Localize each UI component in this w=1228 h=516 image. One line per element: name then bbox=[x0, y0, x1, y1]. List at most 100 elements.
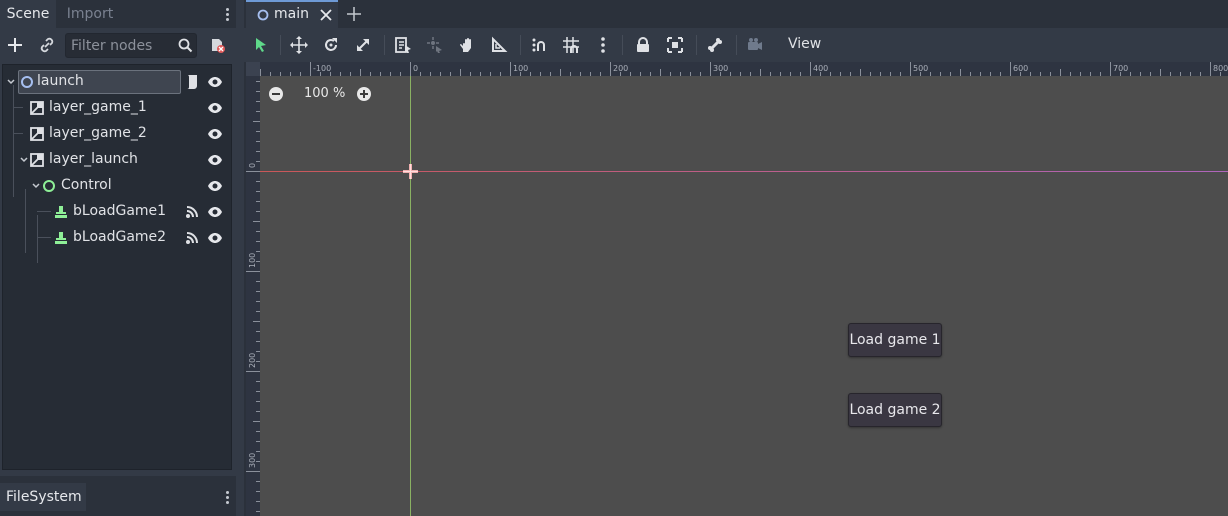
search-icon bbox=[178, 38, 193, 53]
tab-scene[interactable]: Scene bbox=[0, 0, 56, 28]
pivot-mode-icon[interactable] bbox=[426, 36, 444, 54]
remote-scene-icon[interactable] bbox=[208, 36, 226, 54]
tree-item-control[interactable]: Control bbox=[3, 173, 231, 199]
node2d-circle-icon bbox=[256, 8, 270, 22]
ruler-label: 300 bbox=[248, 453, 257, 468]
ruler-label: 100 bbox=[513, 64, 528, 73]
ruler-label: 100 bbox=[248, 253, 257, 268]
collapse-arrow-icon[interactable] bbox=[6, 77, 16, 87]
ruler-label: 500 bbox=[913, 64, 928, 73]
signals-icon[interactable] bbox=[185, 231, 199, 245]
zoom-controls: 100 % bbox=[268, 84, 388, 106]
rotate-mode-icon[interactable] bbox=[322, 36, 340, 54]
tab-filesystem[interactable]: FileSystem bbox=[0, 483, 86, 511]
horizontal-ruler: -100 0 100 200 300 400 500 600 700 800 bbox=[260, 62, 1228, 76]
more-options-icon[interactable] bbox=[594, 36, 612, 54]
ruler-label: -100 bbox=[313, 64, 331, 73]
left-dock: Scene Import Filter nodes launch layer_g… bbox=[0, 0, 236, 516]
zoom-out-icon[interactable] bbox=[268, 86, 284, 102]
visibility-eye-icon[interactable] bbox=[207, 205, 223, 219]
scene-panel: launch layer_game_1 bbox=[0, 28, 236, 476]
add-node-icon[interactable] bbox=[6, 36, 24, 54]
ruler-label: 200 bbox=[613, 64, 628, 73]
scene-toolbar bbox=[0, 28, 236, 64]
canvas-viewport[interactable]: -100 0 100 200 300 400 500 600 700 800 0 100 200 300… bbox=[246, 62, 1228, 516]
load-game-1-button[interactable]: Load game 1 bbox=[848, 323, 942, 357]
canvas-layer-icon bbox=[29, 126, 45, 142]
origin-crosshair-icon bbox=[403, 164, 418, 179]
instance-scene-icon[interactable] bbox=[38, 36, 56, 54]
move-mode-icon[interactable] bbox=[290, 36, 308, 54]
bone-icon[interactable] bbox=[706, 36, 724, 54]
scene-tree[interactable]: launch layer_game_1 layer_game_2 layer_l… bbox=[2, 64, 232, 470]
tree-item-layer-game-1[interactable]: layer_game_1 bbox=[3, 95, 231, 121]
node2d-circle-icon bbox=[19, 74, 35, 90]
lock-icon[interactable] bbox=[634, 36, 652, 54]
visibility-eye-icon[interactable] bbox=[207, 231, 223, 245]
ruler-corner bbox=[246, 62, 260, 76]
group-icon[interactable] bbox=[666, 36, 684, 54]
tab-import[interactable]: Import bbox=[56, 0, 124, 28]
visibility-eye-icon[interactable] bbox=[207, 179, 223, 193]
add-tab-icon[interactable] bbox=[346, 6, 362, 22]
control-circle-icon bbox=[41, 178, 57, 194]
scene-dock-menu-icon[interactable] bbox=[222, 4, 234, 24]
toolbar-separator bbox=[280, 35, 281, 55]
toolbar-separator bbox=[520, 35, 521, 55]
tab-main[interactable]: main bbox=[246, 0, 338, 28]
camera-override-icon[interactable] bbox=[746, 36, 764, 54]
smart-snap-icon[interactable] bbox=[530, 36, 548, 54]
signals-icon[interactable] bbox=[185, 205, 199, 219]
visibility-eye-icon[interactable] bbox=[207, 153, 223, 167]
tree-item-bloadgame2[interactable]: bLoadGame2 bbox=[3, 225, 231, 251]
select-mode-icon[interactable] bbox=[252, 36, 270, 54]
scale-mode-icon[interactable] bbox=[354, 36, 372, 54]
tree-item-layer-game-2[interactable]: layer_game_2 bbox=[3, 121, 231, 147]
tab-main-label: main bbox=[274, 6, 309, 22]
tree-item-label: Control bbox=[61, 177, 112, 193]
main-editor-area: main View -100 0 100 200 300 400 500 600… bbox=[244, 0, 1228, 516]
collapse-arrow-icon[interactable] bbox=[31, 181, 41, 191]
ruler-label: 0 bbox=[413, 64, 418, 73]
list-select-icon[interactable] bbox=[394, 36, 412, 54]
view-menu[interactable]: View bbox=[788, 36, 821, 52]
toolbar-separator bbox=[736, 35, 737, 55]
pan-mode-icon[interactable] bbox=[458, 36, 476, 54]
tree-item-launch[interactable]: launch bbox=[3, 69, 231, 95]
tree-item-layer-launch[interactable]: layer_launch bbox=[3, 147, 231, 173]
zoom-in-icon[interactable] bbox=[356, 86, 372, 102]
toolbar-separator bbox=[696, 35, 697, 55]
zoom-reset-button[interactable]: 100 % bbox=[304, 86, 345, 101]
tree-item-label: bLoadGame1 bbox=[73, 203, 167, 219]
filter-nodes-field[interactable] bbox=[65, 33, 197, 58]
ruler-label: 800 bbox=[1213, 64, 1228, 73]
canvas-layer-icon bbox=[29, 100, 45, 116]
ruler-label: 300 bbox=[713, 64, 728, 73]
toolbar-separator bbox=[622, 35, 623, 55]
filesystem-menu-icon[interactable] bbox=[222, 487, 234, 507]
visibility-eye-icon[interactable] bbox=[207, 127, 223, 141]
close-icon[interactable] bbox=[320, 9, 332, 21]
ruler-label: 400 bbox=[813, 64, 828, 73]
toolbar-separator bbox=[384, 35, 385, 55]
tree-item-bloadgame1[interactable]: bLoadGame1 bbox=[3, 199, 231, 225]
load-game-2-button[interactable]: Load game 2 bbox=[848, 393, 942, 427]
ruler-label: 600 bbox=[1013, 64, 1028, 73]
button-icon bbox=[53, 230, 69, 246]
filesystem-dock: FileSystem bbox=[0, 478, 236, 516]
button-icon bbox=[53, 204, 69, 220]
visibility-eye-icon[interactable] bbox=[207, 75, 223, 89]
tree-item-label: layer_launch bbox=[49, 151, 138, 167]
tree-item-label: launch bbox=[37, 73, 84, 89]
ruler-label: 200 bbox=[248, 353, 257, 368]
filter-nodes-input[interactable] bbox=[71, 37, 171, 55]
collapse-arrow-icon[interactable] bbox=[19, 155, 29, 165]
ruler-mode-icon[interactable] bbox=[490, 36, 508, 54]
tree-item-label: bLoadGame2 bbox=[73, 229, 167, 245]
canvas-layer-icon bbox=[29, 152, 45, 168]
tree-item-label: layer_game_1 bbox=[49, 99, 147, 115]
editor-toolbar: View bbox=[244, 28, 1228, 62]
script-icon[interactable] bbox=[185, 74, 199, 90]
visibility-eye-icon[interactable] bbox=[207, 101, 223, 115]
grid-snap-icon[interactable] bbox=[562, 36, 580, 54]
